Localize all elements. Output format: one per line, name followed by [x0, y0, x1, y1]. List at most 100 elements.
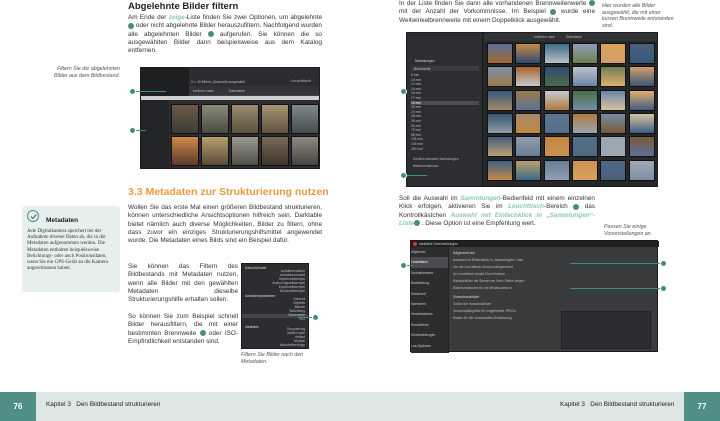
callout-line [136, 91, 166, 92]
collection-title: Sammlungen [415, 59, 435, 63]
photo-thumb[interactable] [628, 43, 655, 64]
thumb [291, 136, 319, 166]
menu-item[interactable]: Druckzeitstempel [272, 289, 305, 294]
focal-length-item[interactable]: 200 mm [411, 147, 479, 152]
callout-7 [660, 260, 667, 267]
thumb [261, 104, 289, 134]
photo-thumb[interactable] [571, 43, 598, 64]
photo-thumb[interactable] [628, 159, 655, 181]
photo-thumb[interactable] [487, 112, 513, 134]
photo-thumb[interactable] [628, 89, 655, 111]
menu-group-a: Aufnahmedatum Aufnahmeuhrzeit Importzeitst… [272, 269, 305, 294]
callout-3 [312, 314, 319, 321]
prefs-textarea[interactable] [561, 311, 651, 349]
photo-thumb[interactable] [571, 66, 598, 88]
callout-line [298, 317, 312, 318]
photo-thumb[interactable] [487, 159, 513, 181]
photo-thumb[interactable] [487, 43, 513, 64]
photo-thumb[interactable] [543, 159, 570, 181]
prefs-row[interactable]: Vor der Leuchttisch-Modul untergeordnet [453, 264, 653, 271]
sidebox-text: Jede Digitalkamera speichert bei der Auf… [27, 228, 108, 272]
screenshot1-right-label: Leuchttisch [291, 78, 312, 83]
prefs-row[interactable]: im Leuchttisch-Modul Zoom fixieren [453, 271, 653, 278]
left-para2: Wollen Sie das erste Mal einen größeren … [128, 204, 322, 245]
menu-section: Aufnahmeparameter [245, 294, 276, 298]
left-para3: Sie können das Filtern des Bildbestands … [128, 263, 238, 304]
photo-thumb[interactable] [487, 136, 513, 158]
prefs-tab[interactable]: Dunkelkammer [411, 268, 448, 278]
photo-thumb[interactable] [600, 89, 627, 111]
left-caption2: Filtern Sie Bilder nach den Metadaten. [241, 352, 304, 365]
callout-5 [400, 172, 407, 179]
photo-thumb[interactable] [543, 112, 570, 134]
callout-line [407, 265, 413, 266]
thumb [231, 136, 259, 166]
check-icon [27, 210, 39, 222]
photo-thumb[interactable] [543, 66, 570, 88]
photo-thumb[interactable] [600, 43, 627, 64]
photo-thumb[interactable] [515, 112, 542, 134]
prefs-tab[interactable]: Speichern [411, 299, 448, 309]
collection-field: Brennweite [411, 66, 479, 71]
thumb [291, 104, 319, 134]
photo-thumb[interactable] [628, 112, 655, 134]
thumb [201, 104, 229, 134]
prefs-tab[interactable]: Bearbeitung [411, 278, 448, 288]
callout-1 [129, 88, 136, 95]
photo-thumb[interactable] [628, 136, 655, 158]
menu-section2: darktable [245, 325, 259, 329]
photo-thumb[interactable] [487, 89, 513, 111]
callout-line [136, 130, 146, 131]
photo-thumb[interactable] [515, 66, 542, 88]
prefs-tab[interactable]: Lua-Optionen [411, 341, 448, 351]
callout-4-icon [589, 0, 595, 7]
prefs-tab[interactable]: Allgemein [411, 247, 448, 257]
photo-grid [487, 43, 657, 183]
photo-thumb[interactable] [600, 159, 627, 181]
prefs-row[interactable]: Miniaturbilder mit Sternen an Ihren Seit… [453, 278, 653, 285]
photo-thumb[interactable] [600, 66, 627, 88]
left-caption1: Filtern Sie die abgelehnten Bilder aus d… [54, 66, 120, 79]
left-para4: So können Sie zum Beispiel schnell Bilde… [128, 313, 238, 345]
screenshot1-status: 0 v. 40 Bildern (Auswahl) ausgewählt [191, 80, 245, 84]
screenshot-rejected: sortieren nach Dateiname Leuchttisch 0 v… [140, 67, 320, 169]
thumb [231, 104, 259, 134]
photo-thumb[interactable] [515, 159, 542, 181]
focal-length-list: 8 mm 10 mm 12 mm 14 mm 16 mm 17 mm 18 mm 20 mm 2… [411, 73, 479, 151]
prefs-tab[interactable]: Sicherheit [411, 289, 448, 299]
menu-top: Datum/Uhrzeit [245, 266, 267, 270]
callout-line [570, 263, 660, 264]
right-caption1: Hier wurden alle Bilder ausgewählt, die … [602, 3, 674, 29]
thumb [201, 136, 229, 166]
photo-thumb[interactable] [628, 66, 655, 88]
photo-thumb[interactable] [543, 136, 570, 158]
toolbar: sortieren nach Dateiname [189, 86, 319, 96]
photo-thumb[interactable] [515, 136, 542, 158]
photo-thumb[interactable] [515, 43, 542, 64]
photo-thumb[interactable] [571, 159, 598, 181]
left-heading: Abgelehnte Bilder filtern [128, 1, 239, 12]
menu-item[interactable]: Modulreihenfolge [280, 343, 305, 348]
photo-thumb[interactable] [571, 112, 598, 134]
prefs-row[interactable]: Größe der Vorschaubilder [453, 301, 653, 308]
prefs-tab[interactable]: Voreinstellungen [411, 330, 448, 340]
photo-thumb[interactable] [515, 89, 542, 111]
thumb [261, 136, 289, 166]
photo-thumb[interactable] [600, 112, 627, 134]
prefs-tab[interactable]: Leuchttisch [411, 257, 448, 268]
callout-2 [129, 127, 136, 134]
menu-item[interactable]: ISO [289, 317, 305, 322]
thumb [171, 136, 199, 166]
prefs-tab[interactable]: Kurzbefehle [411, 320, 448, 330]
photo-thumb[interactable] [543, 89, 570, 111]
photo-thumb[interactable] [600, 136, 627, 158]
photo-thumb[interactable] [543, 43, 570, 64]
page-number-right: 77 [684, 392, 720, 421]
preferences-dialog: darktable Voreinstellungen Allgemein Leuc… [410, 240, 659, 353]
prefs-tab[interactable]: Verschiedenes [411, 309, 448, 319]
photo-thumb[interactable] [571, 136, 598, 158]
left-para1: Am Ende der zeige-Liste finden Sie zwei … [128, 14, 322, 55]
photo-thumb[interactable] [487, 66, 513, 88]
grid-toolbar: sortieren nach Dateiname [484, 33, 657, 41]
photo-thumb[interactable] [571, 89, 598, 111]
